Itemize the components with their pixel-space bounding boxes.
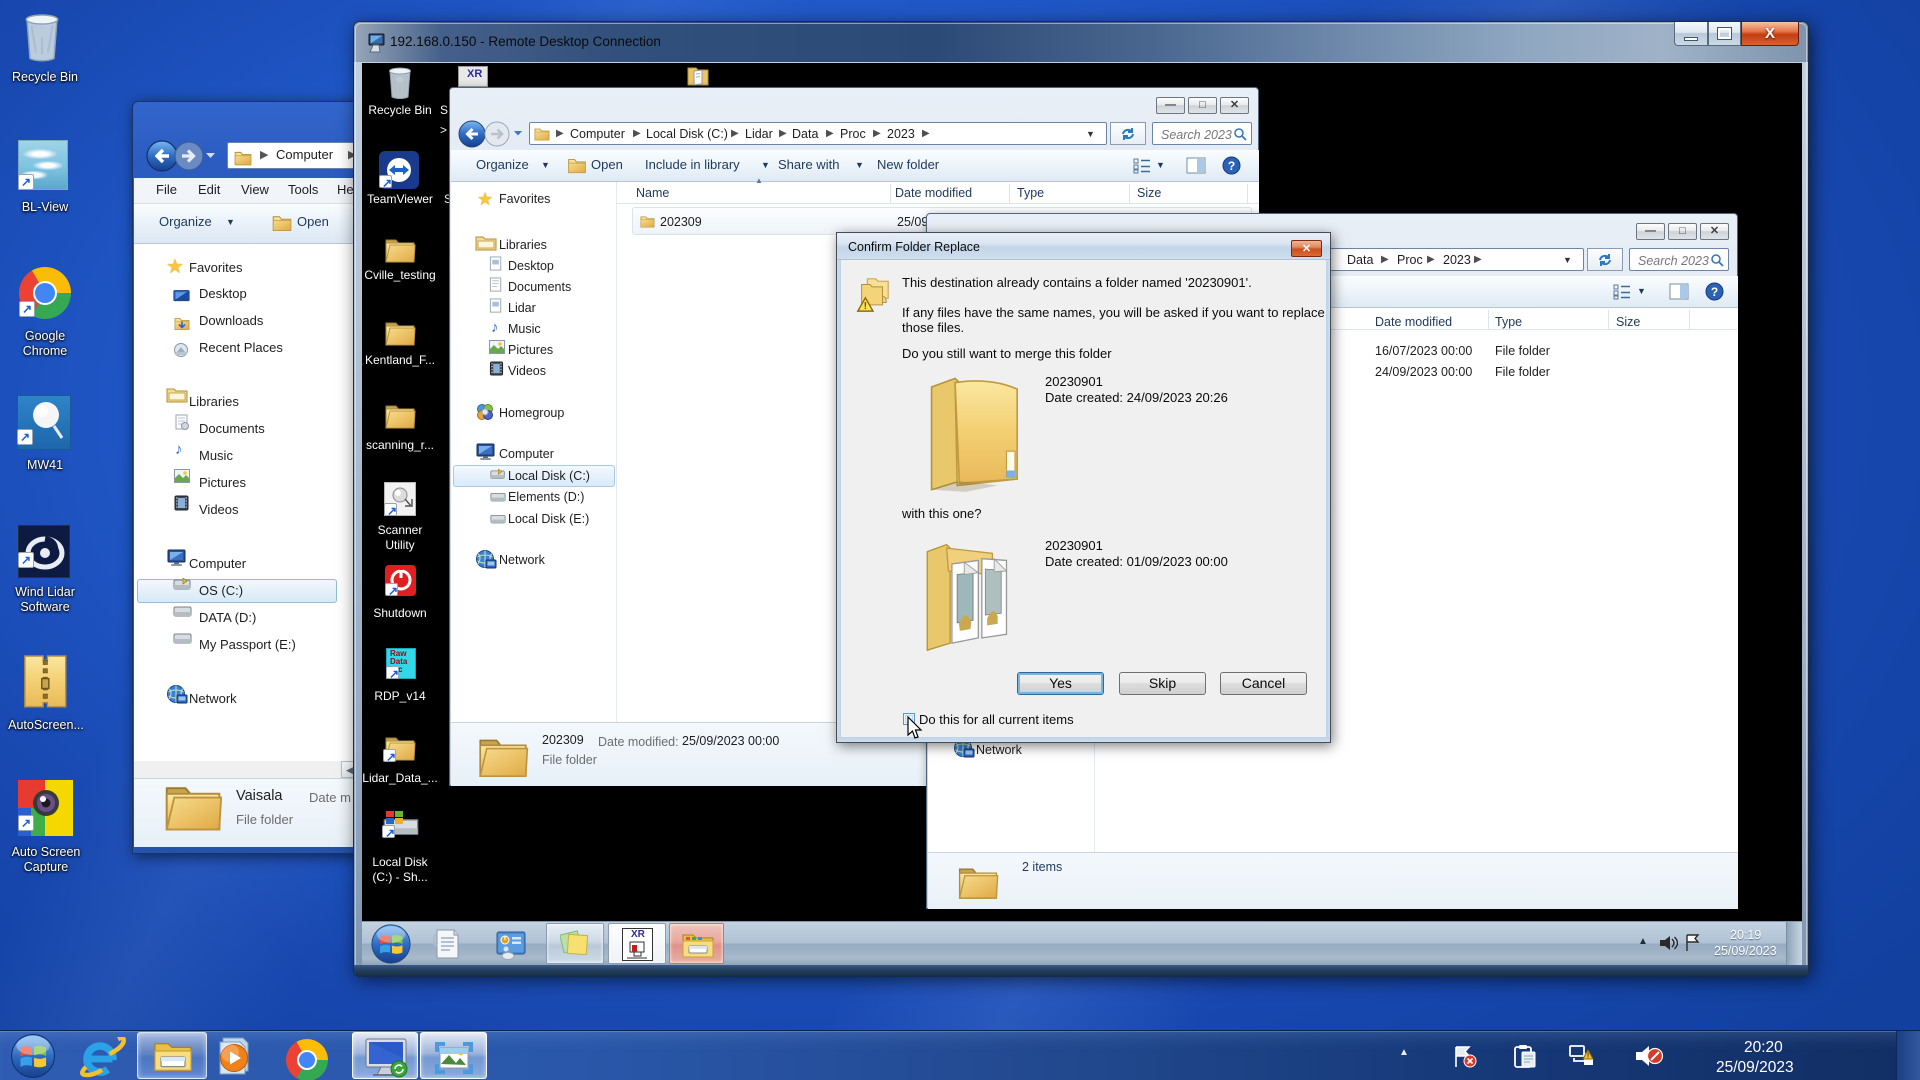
svg-text:?: ? [1711,285,1718,299]
svg-text:!: ! [1587,1053,1589,1060]
svg-text:?: ? [1228,159,1235,173]
